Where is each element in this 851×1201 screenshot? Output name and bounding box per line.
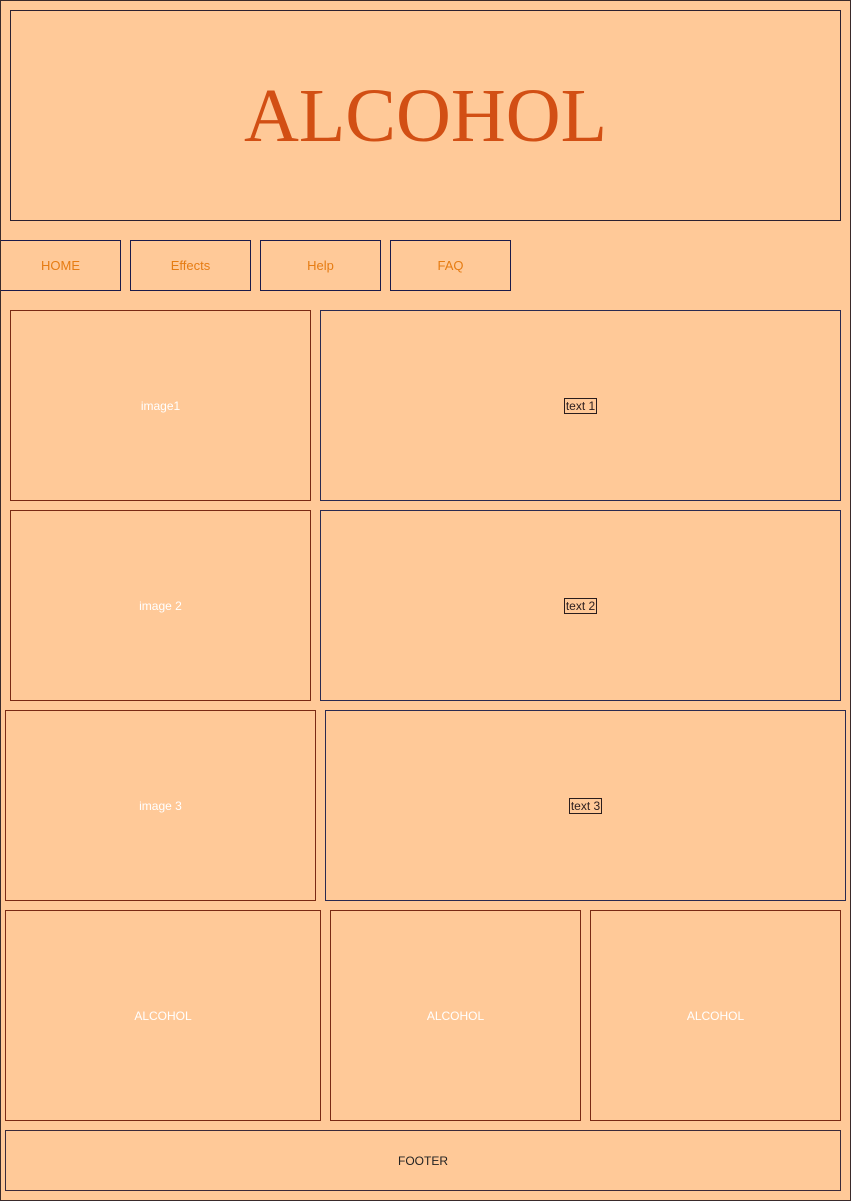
text-1-section: text 1	[320, 310, 841, 501]
image-3-placeholder: image 3	[5, 710, 316, 901]
alcohol-tile-2: ALCOHOL	[330, 910, 581, 1121]
page-title: ALCOHOL	[243, 74, 608, 158]
text-2-section: text 2	[320, 510, 841, 701]
nav-effects-link[interactable]: Effects	[130, 240, 251, 291]
text-3-label: text 3	[568, 797, 603, 814]
image-1-placeholder: image1	[10, 310, 311, 501]
image-3-label: image 3	[139, 798, 182, 813]
alcohol-tile-3: ALCOHOL	[590, 910, 841, 1121]
text-2-label: text 2	[563, 597, 598, 614]
alcohol-tile-1-label: ALCOHOL	[134, 1008, 192, 1023]
text-1-label: text 1	[563, 397, 598, 414]
image-2-placeholder: image 2	[10, 510, 311, 701]
alcohol-tile-1: ALCOHOL	[5, 910, 321, 1121]
alcohol-tile-3-label: ALCOHOL	[686, 1008, 745, 1023]
nav-home-link[interactable]: HOME	[1, 240, 121, 291]
header: ALCOHOL	[10, 10, 841, 221]
image-1-label: image1	[140, 398, 181, 413]
text-3-section: text 3	[325, 710, 846, 901]
footer: FOOTER	[5, 1130, 841, 1191]
footer-label: FOOTER	[398, 1153, 448, 1168]
image-2-label: image 2	[139, 598, 182, 613]
page: ALCOHOL HOME Effects Help FAQ image1 tex…	[0, 0, 851, 1201]
nav-faq-link[interactable]: FAQ	[390, 240, 511, 291]
alcohol-tile-2-label: ALCOHOL	[426, 1008, 485, 1023]
nav-help-link[interactable]: Help	[260, 240, 381, 291]
